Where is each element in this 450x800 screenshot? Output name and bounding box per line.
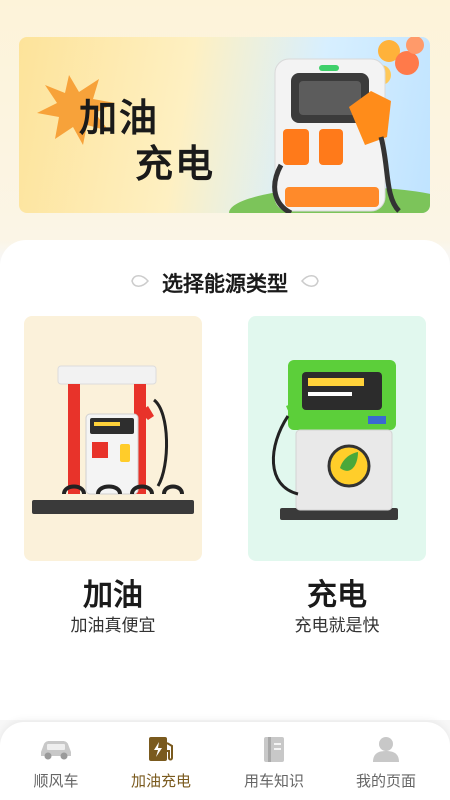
section-title: 选择能源类型 bbox=[162, 272, 288, 296]
refuel-card-label: 加油 bbox=[83, 578, 143, 613]
tab-fuel-charge-label: 加油充电 bbox=[130, 772, 191, 790]
tab-my-page[interactable]: 我的页面 bbox=[330, 722, 442, 800]
charging-card[interactable] bbox=[248, 316, 426, 561]
book-icon bbox=[264, 737, 284, 762]
user-icon bbox=[373, 737, 399, 762]
tab-car-knowledge-label: 用车知识 bbox=[243, 772, 304, 790]
fuel-charge-icon bbox=[149, 737, 173, 761]
charging-station-illustration bbox=[271, 360, 398, 520]
banner-title-line2: 充电 bbox=[135, 142, 216, 186]
tab-carpool[interactable]: 顺风车 bbox=[0, 722, 112, 800]
tab-carpool-label: 顺风车 bbox=[33, 772, 79, 790]
charging-card-label: 充电 bbox=[307, 578, 367, 613]
tab-fuel-charge[interactable]: 加油充电 bbox=[105, 722, 217, 800]
banner[interactable]: 加油 充电 bbox=[19, 37, 430, 213]
tab-car-knowledge[interactable]: 用车知识 bbox=[218, 722, 330, 800]
charging-card-subtitle: 充电就是快 bbox=[294, 616, 380, 636]
banner-title-line1: 加油 bbox=[79, 96, 160, 140]
car-icon bbox=[41, 741, 71, 760]
refuel-card-subtitle: 加油真便宜 bbox=[70, 616, 156, 636]
gas-station-illustration bbox=[32, 365, 194, 514]
tab-my-page-label: 我的页面 bbox=[355, 772, 416, 790]
refuel-card[interactable] bbox=[24, 316, 202, 561]
leaf-right-icon bbox=[301, 275, 319, 287]
bottom-tab-bar: 顺风车 加油充电 用车知识 我的页面 bbox=[0, 722, 450, 800]
